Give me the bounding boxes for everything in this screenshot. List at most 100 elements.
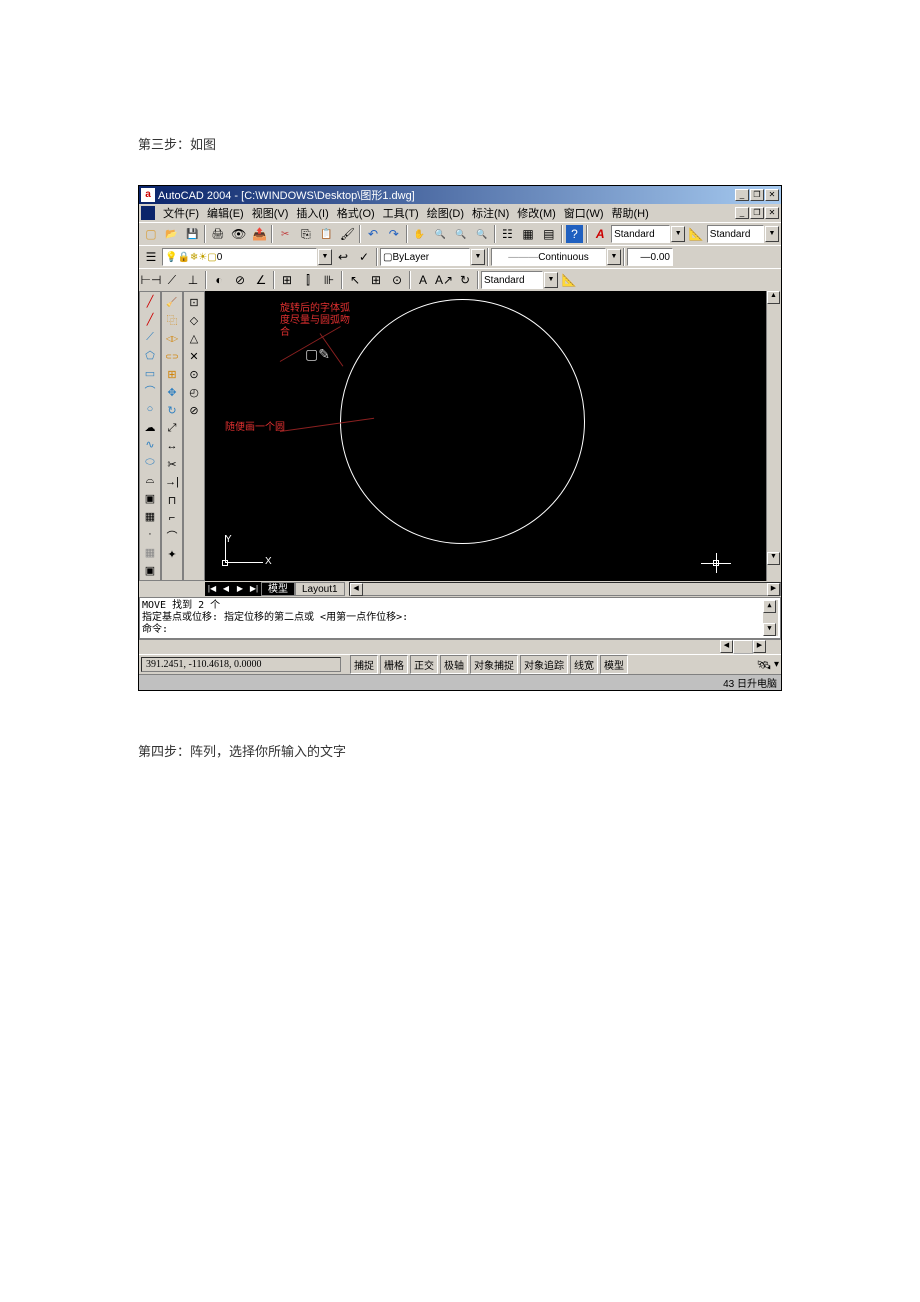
pan-button[interactable] [410,224,430,244]
dim-style-icon[interactable]: 📐 [686,224,706,244]
command-hscroll[interactable]: ◀ ▶ [139,639,781,654]
dimstyle-dropdown[interactable]: ▼ [544,272,558,288]
quick-leader-button[interactable]: ↖ [345,270,365,290]
rotate-button[interactable] [163,401,181,419]
lineweight-combo[interactable]: — 0.00 [627,248,673,266]
tab-last-button[interactable]: ▶| [247,582,261,596]
snap-intersection-button[interactable]: ✕ [185,347,203,365]
color-dropdown[interactable]: ▼ [471,249,485,265]
mdi-minimize[interactable]: _ [735,207,749,219]
text-style-combo[interactable]: Standard [611,225,670,243]
dim-update-button[interactable]: ↻ [455,270,475,290]
layer-dropdown[interactable]: ▼ [318,249,332,265]
command-prompt[interactable]: 命令: [142,624,763,636]
command-window[interactable]: MOVE 找到 2 个 指定基点或位移: 指定位移的第二点或 <用第一点作位移>… [139,597,781,639]
ellipse-arc-button[interactable]: ⌓ [141,472,159,490]
region-button[interactable] [141,561,159,579]
menu-insert[interactable]: 插入(I) [292,205,332,221]
publish-button[interactable]: 📤 [250,224,270,244]
ortho-toggle[interactable]: 正交 [410,655,438,674]
array-button[interactable] [163,365,181,383]
cut-button[interactable] [275,224,295,244]
polyline-button[interactable] [141,329,159,347]
coordinates-display[interactable]: 391.2451, -110.4618, 0.0000 [141,657,341,672]
grid-toggle[interactable]: 栅格 [380,655,408,674]
tab-prev-button[interactable]: ◀ [219,582,233,596]
save-button[interactable] [182,224,202,244]
dim-ordinate-button[interactable]: ⊥ [183,270,203,290]
menu-edit[interactable]: 编辑(E) [203,205,248,221]
plot-preview-button[interactable]: 👁 [229,224,249,244]
scroll-right-button[interactable]: ▶ [767,583,780,596]
cmd-scroll-up[interactable]: ▲ [763,600,776,613]
tolerance-button[interactable]: ⊞ [366,270,386,290]
erase-button[interactable] [163,293,181,311]
maximize-button[interactable]: ❐ [750,189,764,201]
tab-first-button[interactable]: |◀ [205,582,219,596]
otrack-toggle[interactable]: 对象追踪 [520,655,568,674]
offset-button[interactable] [163,347,181,365]
snap-from-button[interactable]: ⊡ [185,293,203,311]
polar-toggle[interactable]: 极轴 [440,655,468,674]
stretch-button[interactable]: ↔ [163,437,181,455]
revcloud-button[interactable]: ☁ [141,418,159,436]
close-button[interactable]: ✕ [765,189,779,201]
fillet-button[interactable]: ⌒ [163,527,181,545]
osnap-toggle[interactable]: 对象捕捉 [470,655,518,674]
line-button[interactable] [141,293,159,311]
dim-continue-button[interactable]: ⊪ [319,270,339,290]
mirror-button[interactable] [163,329,181,347]
properties-button[interactable]: ☷ [498,224,518,244]
point-button[interactable]: · [141,525,159,543]
rectangle-button[interactable] [141,365,159,383]
make-block-button[interactable]: ▦ [141,508,159,526]
tool-palettes-button[interactable]: ▤ [539,224,559,244]
circle-button[interactable] [141,400,159,418]
copy-object-button[interactable] [163,311,181,329]
dim-style-combo[interactable]: Standard [707,225,764,243]
tray-comm-icon[interactable]: 🛰 [756,657,772,673]
color-combo[interactable]: ▢ ByLayer [380,248,470,266]
extend-button[interactable]: →| [163,473,181,491]
scroll-left-button[interactable]: ◀ [350,583,363,596]
menu-dimension[interactable]: 标注(N) [468,205,513,221]
plot-button[interactable] [208,224,228,244]
zoom-window-button[interactable] [451,224,471,244]
new-button[interactable] [141,224,161,244]
layer-combo[interactable]: 💡🔒❄☀▢ 0 [162,248,317,266]
menu-view[interactable]: 视图(V) [248,205,293,221]
hatch-button[interactable] [141,543,159,561]
linetype-dropdown[interactable]: ▼ [607,249,621,265]
scroll-down-button[interactable]: ▼ [767,552,780,565]
dim-style-dropdown[interactable]: ▼ [765,226,779,242]
tab-model[interactable]: 模型 [261,582,295,596]
snap-midpoint-button[interactable]: △ [185,329,203,347]
dimstyle-combo[interactable]: Standard [481,271,543,289]
break-button[interactable]: ⊓ [163,491,181,509]
linetype-combo[interactable]: ——— Continuous [491,248,606,266]
snap-center-button[interactable]: ⊙ [185,365,203,383]
cmd-scroll-left[interactable]: ◀ [720,640,733,653]
mdi-icon[interactable] [141,206,155,220]
match-properties-button[interactable]: 🖌 [337,224,357,244]
dim-baseline-button[interactable]: ⫿ [298,270,318,290]
cmd-scroll-down[interactable]: ▼ [763,623,776,636]
snap-quadrant-button[interactable]: ◴ [185,383,203,401]
copy-button[interactable] [296,224,316,244]
vertical-scrollbar[interactable]: ▲ ▼ [766,291,781,581]
trim-button[interactable]: ✂ [163,455,181,473]
undo-button[interactable] [363,224,383,244]
dim-aligned-button[interactable]: ⟋ [162,270,182,290]
drawing-canvas[interactable]: 旋转后的字体弧度尽量与圆弧吻合 ▢✎ 随便画一个圆 Y X [205,291,766,581]
menu-file[interactable]: 文件(F) [159,205,203,221]
menu-format[interactable]: 格式(O) [333,205,379,221]
text-style-icon[interactable]: A [590,224,610,244]
mdi-restore[interactable]: ❐ [750,207,764,219]
dim-diameter-button[interactable]: ⊘ [230,270,250,290]
zoom-realtime-button[interactable] [430,224,450,244]
insert-block-button[interactable]: ▣ [141,490,159,508]
snap-tangent-button[interactable]: ⊘ [185,401,203,419]
dim-text-edit-button[interactable]: A↗ [434,270,454,290]
scale-button[interactable]: ⤢ [163,419,181,437]
dim-edit-button[interactable]: A [413,270,433,290]
